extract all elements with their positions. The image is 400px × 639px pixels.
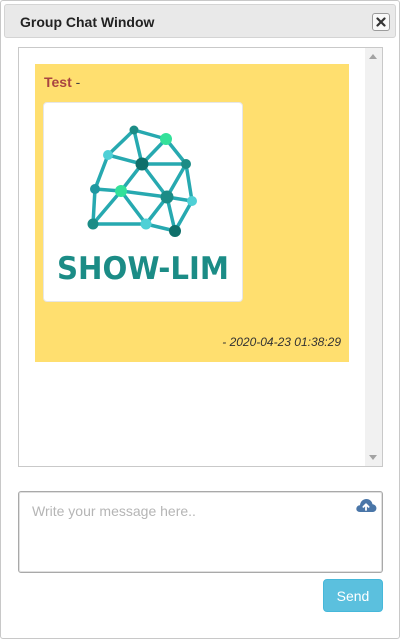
chat-messages-area[interactable]: Test - SHOW-LIM - 2020-04-23 01:38:29 [18,47,383,467]
message-timestamp: - 2020-04-23 01:38:29 [222,335,341,349]
close-button[interactable] [372,13,390,31]
message-sender: Test [44,74,72,90]
cloud-upload-icon[interactable] [355,497,377,513]
group-chat-window: Group Chat Window Test - SHOW-LIM - 2020… [0,0,400,639]
send-button[interactable]: Send [323,579,383,612]
window-titlebar: Group Chat Window [4,4,396,38]
chat-scrollbar[interactable] [365,48,382,466]
message-input[interactable]: Write your message here.. [18,491,383,573]
message-separator: - [75,74,81,90]
chat-message: Test - SHOW-LIM - 2020-04-23 01:38:29 [35,64,349,362]
message-header: Test - [44,74,80,90]
logo-wordmark: SHOW-LIM [57,251,229,287]
message-image-attachment[interactable]: SHOW-LIM [43,102,243,302]
message-input-placeholder: Write your message here.. [32,503,196,519]
close-icon [376,17,386,27]
window-title: Group Chat Window [20,14,155,30]
show-lim-logo: SHOW-LIM [57,125,229,287]
scroll-up-arrow-icon[interactable] [369,54,377,59]
scroll-down-arrow-icon[interactable] [369,455,377,460]
